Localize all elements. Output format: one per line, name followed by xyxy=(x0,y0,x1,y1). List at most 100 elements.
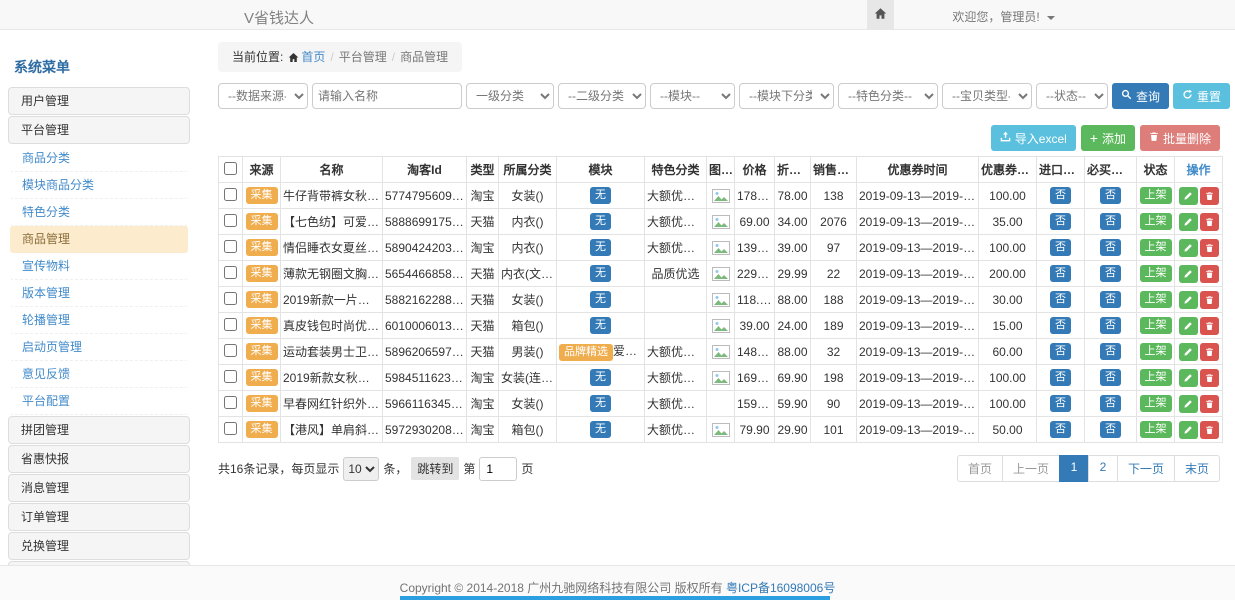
delete-button[interactable] xyxy=(1200,187,1219,205)
pager-button[interactable]: 首页 xyxy=(957,455,1003,482)
import-excel-button[interactable]: 导入excel xyxy=(991,125,1076,151)
must-buy-badge[interactable]: 否 xyxy=(1100,187,1121,204)
filter-select[interactable]: --模块-- xyxy=(650,83,735,109)
name-search-input[interactable] xyxy=(312,83,462,109)
delete-button[interactable] xyxy=(1200,317,1219,335)
status-badge[interactable]: 上架 xyxy=(1140,265,1172,282)
icp-link[interactable]: 粤ICP备16098006号 xyxy=(726,581,835,595)
pager-button[interactable]: 末页 xyxy=(1174,455,1220,482)
batch-delete-button[interactable]: 批量删除 xyxy=(1140,125,1220,151)
filter-select[interactable]: --模块下分类-- xyxy=(739,83,834,109)
breadcrumb-home-link[interactable]: 首页 xyxy=(301,50,325,64)
must-buy-badge[interactable]: 否 xyxy=(1100,317,1121,334)
sidebar-item[interactable]: 模块商品分类 xyxy=(10,172,188,199)
import-select-badge[interactable]: 否 xyxy=(1050,291,1071,308)
sidebar-group-header[interactable]: 拼团管理 xyxy=(8,416,190,444)
delete-button[interactable] xyxy=(1200,213,1219,231)
delete-button[interactable] xyxy=(1200,421,1219,439)
filter-select[interactable]: --特色分类-- xyxy=(838,83,938,109)
status-badge[interactable]: 上架 xyxy=(1140,239,1172,256)
edit-button[interactable] xyxy=(1179,291,1198,309)
edit-button[interactable] xyxy=(1179,187,1198,205)
sidebar-item[interactable]: 意见反馈 xyxy=(10,361,188,388)
search-button[interactable]: 查询 xyxy=(1112,83,1169,109)
sidebar-item[interactable]: 特色分类 xyxy=(10,199,188,226)
edit-button[interactable] xyxy=(1179,213,1198,231)
filter-select[interactable]: --宝贝类型-- xyxy=(942,83,1032,109)
home-button[interactable] xyxy=(867,0,894,30)
sidebar-item[interactable]: 平台配置 xyxy=(10,388,188,415)
must-buy-badge[interactable]: 否 xyxy=(1100,369,1121,386)
delete-button[interactable] xyxy=(1200,265,1219,283)
filter-select[interactable]: --二级分类-- xyxy=(558,83,646,109)
import-select-badge[interactable]: 否 xyxy=(1050,369,1071,386)
sidebar-item[interactable]: 轮播管理 xyxy=(10,307,188,334)
edit-button[interactable] xyxy=(1179,317,1198,335)
sidebar-item[interactable]: 商品管理 xyxy=(10,226,188,253)
must-buy-badge[interactable]: 否 xyxy=(1100,239,1121,256)
status-badge[interactable]: 上架 xyxy=(1140,317,1172,334)
delete-button[interactable] xyxy=(1200,291,1219,309)
import-select-badge[interactable]: 否 xyxy=(1050,239,1071,256)
delete-button[interactable] xyxy=(1200,369,1219,387)
row-checkbox[interactable] xyxy=(224,188,237,201)
delete-button[interactable] xyxy=(1200,239,1219,257)
sidebar-item[interactable]: 版本管理 xyxy=(10,280,188,307)
import-select-badge[interactable]: 否 xyxy=(1050,421,1071,438)
delete-button[interactable] xyxy=(1200,343,1219,361)
jump-button[interactable]: 跳转到 xyxy=(411,457,459,480)
filter-select[interactable]: --状态-- xyxy=(1036,83,1108,109)
pager-button[interactable]: 1 xyxy=(1059,455,1089,482)
edit-button[interactable] xyxy=(1179,343,1198,361)
status-badge[interactable]: 上架 xyxy=(1140,343,1172,360)
reset-button[interactable]: 重置 xyxy=(1173,83,1230,109)
sidebar-group-header[interactable]: 兑换管理 xyxy=(8,532,190,560)
status-badge[interactable]: 上架 xyxy=(1140,369,1172,386)
status-badge[interactable]: 上架 xyxy=(1140,395,1172,412)
row-checkbox[interactable] xyxy=(224,396,237,409)
status-badge[interactable]: 上架 xyxy=(1140,187,1172,204)
import-select-badge[interactable]: 否 xyxy=(1050,343,1071,360)
import-select-badge[interactable]: 否 xyxy=(1050,187,1071,204)
pager-button[interactable]: 2 xyxy=(1088,455,1118,482)
status-badge[interactable]: 上架 xyxy=(1140,421,1172,438)
sidebar-group-header[interactable]: 订单管理 xyxy=(8,503,190,531)
sidebar-group-header[interactable]: 省惠快报 xyxy=(8,445,190,473)
import-select-badge[interactable]: 否 xyxy=(1050,317,1071,334)
edit-button[interactable] xyxy=(1179,239,1198,257)
page-size-select[interactable]: 10 xyxy=(343,457,379,481)
import-select-badge[interactable]: 否 xyxy=(1050,213,1071,230)
row-checkbox[interactable] xyxy=(224,240,237,253)
select-all-checkbox[interactable] xyxy=(224,162,237,175)
add-button[interactable]: + 添加 xyxy=(1081,125,1135,151)
edit-button[interactable] xyxy=(1179,395,1198,413)
sidebar-item[interactable]: 商品分类 xyxy=(10,145,188,172)
row-checkbox[interactable] xyxy=(224,266,237,279)
sidebar-group-header[interactable]: 平台管理 xyxy=(8,116,190,144)
row-checkbox[interactable] xyxy=(224,214,237,227)
pager-button[interactable]: 上一页 xyxy=(1002,455,1060,482)
status-badge[interactable]: 上架 xyxy=(1140,213,1172,230)
row-checkbox[interactable] xyxy=(224,344,237,357)
row-checkbox[interactable] xyxy=(224,318,237,331)
status-badge[interactable]: 上架 xyxy=(1140,291,1172,308)
edit-button[interactable] xyxy=(1179,421,1198,439)
row-checkbox[interactable] xyxy=(224,370,237,383)
import-select-badge[interactable]: 否 xyxy=(1050,395,1071,412)
sidebar-item[interactable]: 宣传物料 xyxy=(10,253,188,280)
must-buy-badge[interactable]: 否 xyxy=(1100,421,1121,438)
sidebar-item[interactable]: 启动页管理 xyxy=(10,334,188,361)
must-buy-badge[interactable]: 否 xyxy=(1100,395,1121,412)
edit-button[interactable] xyxy=(1179,369,1198,387)
must-buy-badge[interactable]: 否 xyxy=(1100,213,1121,230)
must-buy-badge[interactable]: 否 xyxy=(1100,343,1121,360)
pager-button[interactable]: 下一页 xyxy=(1117,455,1175,482)
row-checkbox[interactable] xyxy=(224,422,237,435)
filter-select[interactable]: 一级分类 xyxy=(466,83,554,109)
delete-button[interactable] xyxy=(1200,395,1219,413)
page-number-input[interactable] xyxy=(479,457,517,481)
must-buy-badge[interactable]: 否 xyxy=(1100,265,1121,282)
must-buy-badge[interactable]: 否 xyxy=(1100,291,1121,308)
row-checkbox[interactable] xyxy=(224,292,237,305)
edit-button[interactable] xyxy=(1179,265,1198,283)
